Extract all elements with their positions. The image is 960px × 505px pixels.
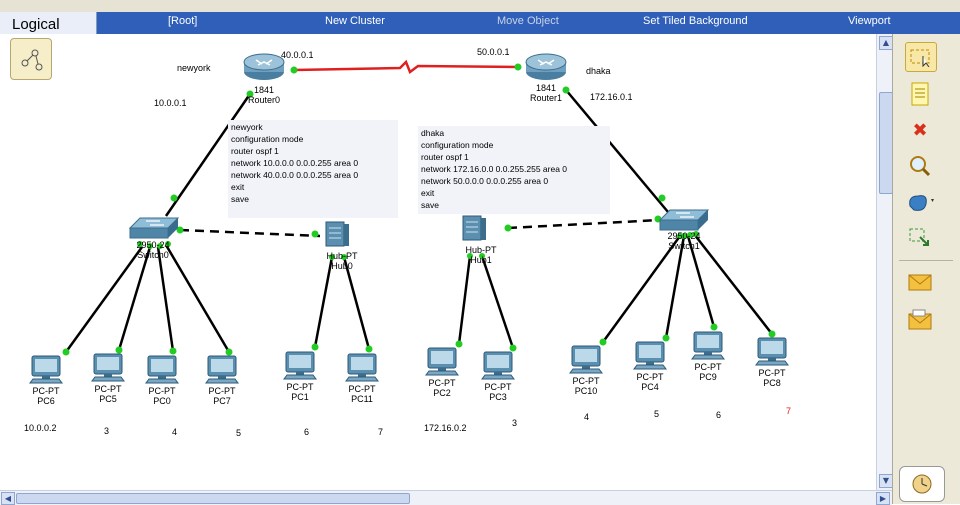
toolbar-separator [899, 260, 953, 261]
newyork-label: newyork [177, 63, 211, 73]
cluster-navigation-icon[interactable] [10, 38, 52, 80]
pc-pc3-icon[interactable] [481, 351, 515, 380]
hub0-label: Hub-PT Hub0 [326, 251, 358, 271]
pc-pc1-label: PC-PT PC1 [286, 382, 314, 402]
pc2-ip-label: 172.16.0.2 [424, 423, 467, 433]
router1-icon[interactable] [525, 53, 567, 80]
scroll-down-icon[interactable]: ▼ [879, 474, 893, 488]
pc-pc9-icon[interactable] [691, 331, 725, 360]
switch0-pc0-link [156, 246, 175, 352]
pc-pc4-number: 5 [654, 409, 660, 419]
pc-pc4-label: PC-PT PC4 [636, 372, 664, 392]
serial-link [293, 59, 519, 74]
switch0-label: 2950-24 Switch0 [136, 240, 170, 260]
newyork-config-note[interactable]: newyork configuration mode router ospf 1 n… [228, 120, 398, 218]
hub0-icon[interactable] [325, 221, 349, 247]
pc-pc7-icon[interactable] [205, 355, 239, 384]
select-icon[interactable] [905, 42, 937, 72]
pc-pc1-number: 6 [304, 427, 310, 437]
pc-pc2-icon[interactable] [425, 347, 459, 376]
pc-pc7-label: PC-PT PC7 [208, 386, 236, 406]
common-tools-bar: ✖ [892, 34, 960, 504]
pc-pc6-icon[interactable] [29, 355, 63, 384]
set-tiled-background-menu[interactable]: Set Tiled Background [643, 15, 748, 27]
router0-serial-ip: 40.0.0.1 [281, 50, 314, 60]
horizontal-scroll-thumb[interactable] [16, 493, 410, 504]
pc6-ip-label: 10.0.0.2 [24, 423, 57, 433]
scroll-left-icon[interactable]: ◀ [1, 492, 15, 505]
dhaka-label: dhaka [586, 66, 611, 76]
hub1-icon[interactable] [462, 215, 486, 241]
realtime-clock-icon[interactable] [899, 466, 945, 502]
horizontal-scrollbar[interactable]: ◀ ▶ [0, 490, 892, 505]
pc-pc5-number: 3 [104, 426, 110, 436]
add-simple-pdu-icon[interactable] [905, 268, 935, 296]
hub1-pc3-link [480, 255, 515, 349]
vertical-scrollbar[interactable]: ▲ ▼ [876, 34, 893, 490]
router0-label: 1841 Router0 [247, 85, 281, 105]
switch0-hub0-link [179, 228, 321, 238]
router1-serial-ip: 50.0.0.1 [477, 47, 510, 57]
viewport-menu[interactable]: Viewport [848, 15, 891, 27]
workspace-menubar: [Root] New Cluster Move Object Set Tiled… [0, 12, 960, 34]
pc-pc2-label: PC-PT PC2 [428, 378, 456, 398]
pc-pc11-number: 7 [378, 427, 384, 437]
delete-icon[interactable]: ✖ [905, 116, 935, 144]
move-object-menu[interactable]: Move Object [497, 15, 559, 27]
pc-pc3-number: 3 [512, 418, 518, 428]
pc-pc0-icon[interactable] [145, 355, 179, 384]
add-complex-pdu-icon[interactable] [905, 306, 935, 334]
dhaka-config-note[interactable]: dhaka configuration mode router ospf 1 net… [418, 126, 610, 214]
pc-pc10-icon[interactable] [569, 345, 603, 374]
pc-pc9-number: 6 [716, 410, 722, 420]
hub1-switch1-link [507, 218, 661, 230]
lan0-gateway-ip: 10.0.0.1 [154, 98, 187, 108]
router0-icon[interactable] [243, 53, 285, 80]
pc-pc9-label: PC-PT PC9 [694, 362, 722, 382]
logical-workspace[interactable]: newyork dhaka 40.0.0.1 50.0.0.1 10.0.0.1… [0, 34, 876, 490]
root-menu[interactable]: [Root] [168, 15, 197, 27]
pc-pc8-label: PC-PT PC8 [758, 368, 786, 388]
topology-canvas [29, 53, 789, 384]
hub1-pc2-link [457, 255, 472, 345]
pc-pc5-icon[interactable] [91, 353, 125, 382]
new-cluster-menu[interactable]: New Cluster [325, 15, 385, 27]
switch0-pc5-link [117, 246, 152, 351]
pc-pc11-icon[interactable] [345, 353, 379, 382]
pc-icons[interactable] [29, 331, 789, 384]
switch1-label: 2950-24 Switch1 [667, 231, 701, 251]
logical-tab[interactable]: Logical [0, 12, 97, 36]
pc-pc1-icon[interactable] [283, 351, 317, 380]
lan1-gateway-ip: 172.16.0.1 [590, 92, 633, 102]
switch0-pc7-link [164, 244, 231, 353]
scroll-up-icon[interactable]: ▲ [879, 36, 893, 50]
pc-pc10-label: PC-PT PC10 [572, 376, 600, 396]
pc-pc5-label: PC-PT PC5 [94, 384, 122, 404]
pc-pc8-number: 7 [786, 406, 792, 416]
resize-icon[interactable] [905, 224, 935, 252]
switch1-icon[interactable] [658, 209, 710, 231]
router1-label: 1841 Router1 [529, 83, 563, 103]
pc-pc4-icon[interactable] [633, 341, 667, 370]
pc-pc11-label: PC-PT PC11 [348, 384, 376, 404]
pc-pc8-icon[interactable] [755, 337, 789, 366]
switch0-icon[interactable] [128, 217, 180, 239]
logical-tab-label: Logical [12, 16, 60, 33]
pc-pc7-number: 5 [236, 428, 242, 438]
scroll-right-icon[interactable]: ▶ [876, 492, 890, 505]
switch0-pc6-link [64, 246, 144, 353]
top-toolbar-strip [0, 0, 960, 12]
vertical-scroll-thumb[interactable] [879, 92, 893, 194]
note-icon[interactable] [905, 80, 935, 108]
pc-pc0-number: 4 [172, 427, 178, 437]
pc-pc10-number: 4 [584, 412, 590, 422]
pc-pc6-label: PC-PT PC6 [32, 386, 60, 406]
hub1-label: Hub-PT Hub1 [465, 245, 497, 265]
inspect-icon[interactable] [905, 152, 935, 180]
draw-shape-icon[interactable] [905, 188, 935, 216]
pc-pc0-label: PC-PT PC0 [148, 386, 176, 406]
pc-pc3-label: PC-PT PC3 [484, 382, 512, 402]
